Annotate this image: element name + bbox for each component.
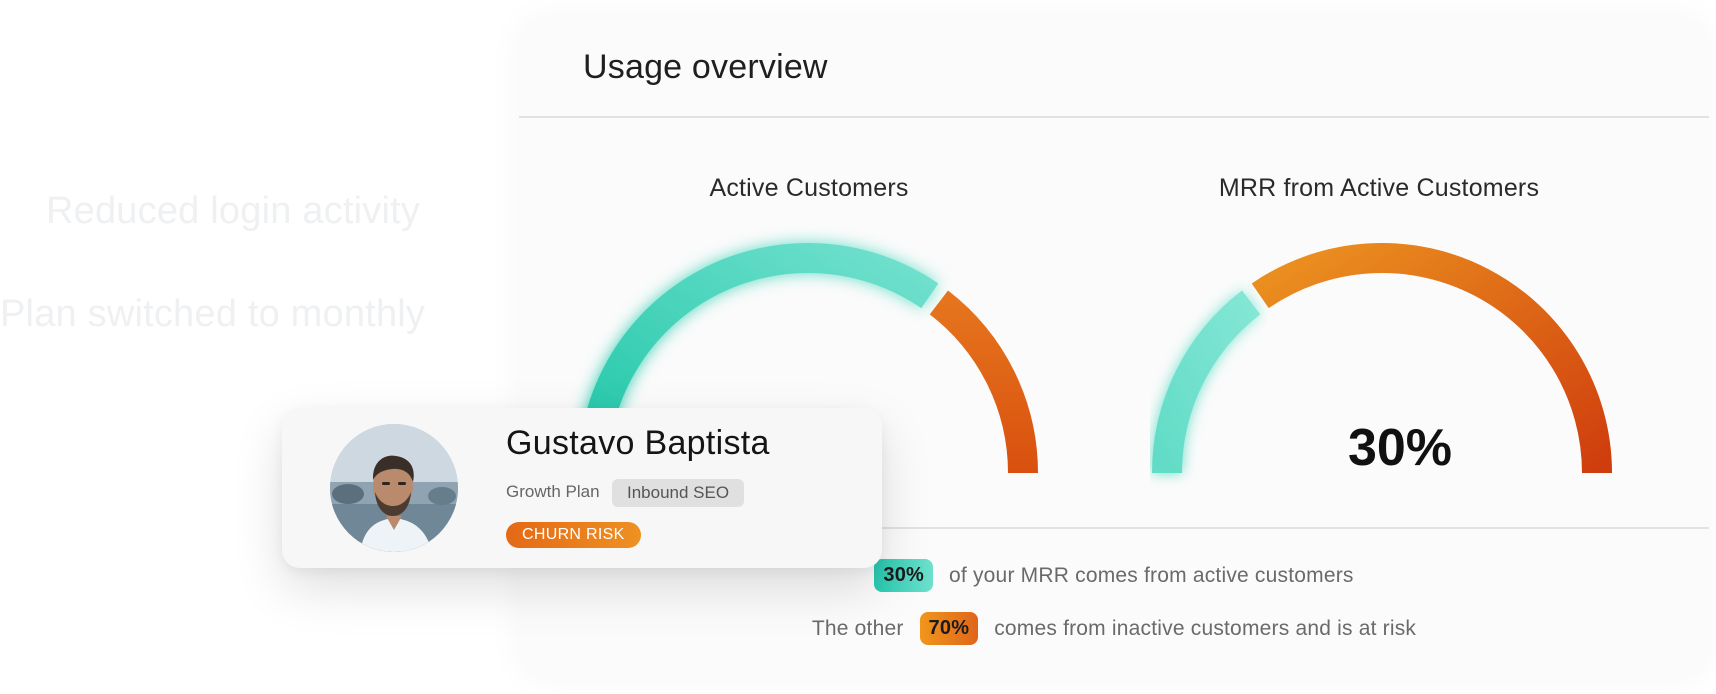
- active-customers-label: Active Customers: [709, 174, 909, 202]
- active-summary-text: of your MRR comes from active customers: [949, 563, 1354, 587]
- customer-name: Gustavo Baptista: [506, 424, 770, 462]
- person-photo-icon: [330, 424, 458, 552]
- usage-overview-card: Usage overview Active Customers MRR from…: [519, 18, 1709, 678]
- risk-segment-arc: [929, 290, 1038, 474]
- mrr-active-customers-value: 30%: [1347, 419, 1453, 477]
- background-notification: Plan switched to monthly: [0, 293, 426, 335]
- summary-row-risk: The other 70% comes from inactive custom…: [519, 612, 1709, 645]
- header-divider: [519, 116, 1709, 118]
- usage-overview-title: Usage overview: [583, 48, 828, 86]
- customer-profile-card[interactable]: Gustavo Baptista Growth Plan Inbound SEO…: [282, 408, 882, 568]
- mrr-active-customers-label: MRR from Active Customers: [1218, 174, 1540, 202]
- risk-summary-prefix: The other: [811, 616, 904, 640]
- active-percent-pill: 30%: [874, 559, 934, 592]
- background-notification: Reduced login activity: [46, 190, 421, 232]
- page: Reduced login activity Plan switched to …: [0, 0, 1716, 694]
- risk-percent-pill: 70%: [919, 612, 979, 645]
- churn-risk-badge: CHURN RISK: [506, 522, 641, 548]
- customer-source-tag: Inbound SEO: [612, 479, 745, 507]
- risk-summary-text: comes from inactive customers and is at …: [994, 616, 1417, 640]
- active-segment-arc: [1152, 290, 1261, 474]
- avatar: [330, 424, 458, 552]
- customer-plan: Growth Plan: [506, 482, 600, 501]
